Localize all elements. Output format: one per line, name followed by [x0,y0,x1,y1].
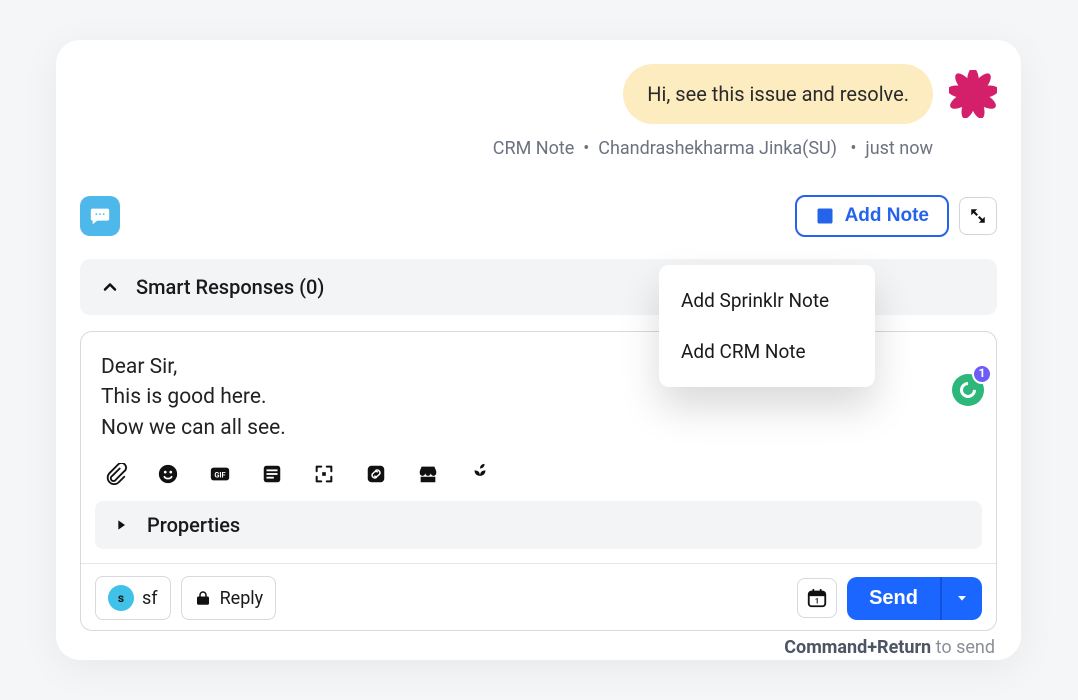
chip-group: s sf Reply [95,576,276,620]
toolbar: Add Note [80,195,997,237]
card: Hi, see this issue and resolve. [56,40,1021,660]
send-hint: Command+Return to send [80,637,997,658]
link-icon[interactable] [365,463,387,485]
add-note-label: Add Note [845,205,929,227]
properties-label: Properties [147,513,240,537]
message-source: CRM Note [493,138,575,159]
attachment-icon[interactable] [105,463,127,485]
svg-text:GIF: GIF [214,471,225,480]
lock-icon [194,589,212,607]
svg-text:1: 1 [815,597,819,606]
compose-line: Now we can all see. [101,413,976,443]
compose-line: This is good here. [101,382,976,412]
shortcut-text: Command+Return [784,637,931,658]
add-sprinklr-note-item[interactable]: Add Sprinklr Note [659,275,875,326]
toolbar-right: Add Note [795,195,997,237]
chat-icon[interactable] [80,196,120,236]
send-split: Send [847,577,982,620]
caret-right-icon [113,517,129,533]
incoming-message-row: Hi, see this issue and resolve. [80,64,997,124]
text-block-icon[interactable] [261,463,283,485]
expand-icon [969,207,987,225]
add-note-button[interactable]: Add Note [795,195,949,237]
message-meta: CRM Note • Chandrashekharma Jinka(SU) • … [80,138,933,159]
gif-icon[interactable]: GIF [209,463,231,485]
grammarly-count: 1 [972,364,992,384]
reply-label: Reply [220,588,264,609]
flower-icon [949,70,997,118]
add-note-menu: Add Sprinklr Note Add CRM Note [659,265,875,387]
properties-toggle[interactable]: Properties [95,501,982,549]
avatar [949,70,997,118]
schedule-button[interactable]: 1 [797,578,837,618]
smart-responses-label: Smart Responses (0) [136,275,324,299]
chat-bubble-icon [89,205,111,227]
store-icon[interactable] [417,463,439,485]
add-crm-note-item[interactable]: Add CRM Note [659,326,875,377]
message-text: Hi, see this issue and resolve. [647,82,909,106]
emoji-icon[interactable] [157,463,179,485]
message-time: just now [865,138,933,159]
reply-chip[interactable]: Reply [181,576,277,620]
message-author: Chandrashekharma Jinka(SU) [598,138,837,159]
compose-toolbar: GIF [81,451,996,495]
sf-label: sf [142,588,158,609]
plant-icon[interactable] [469,463,491,485]
expand-button[interactable] [959,197,997,235]
send-button[interactable]: Send [847,577,940,620]
chevron-up-icon [100,277,120,297]
scan-icon[interactable] [313,463,335,485]
compose-footer: s sf Reply 1 Send [81,563,996,630]
calendar-icon: 1 [806,587,828,609]
message-bubble: Hi, see this issue and resolve. [623,64,933,124]
salesforce-icon: s [108,585,134,611]
sf-chip[interactable]: s sf [95,576,171,620]
send-group: 1 Send [797,577,982,620]
send-label: Send [869,587,918,609]
send-dropdown-button[interactable] [940,577,982,620]
shortcut-suffix: to send [931,637,995,658]
caret-down-icon [954,590,970,606]
note-icon [815,206,835,226]
